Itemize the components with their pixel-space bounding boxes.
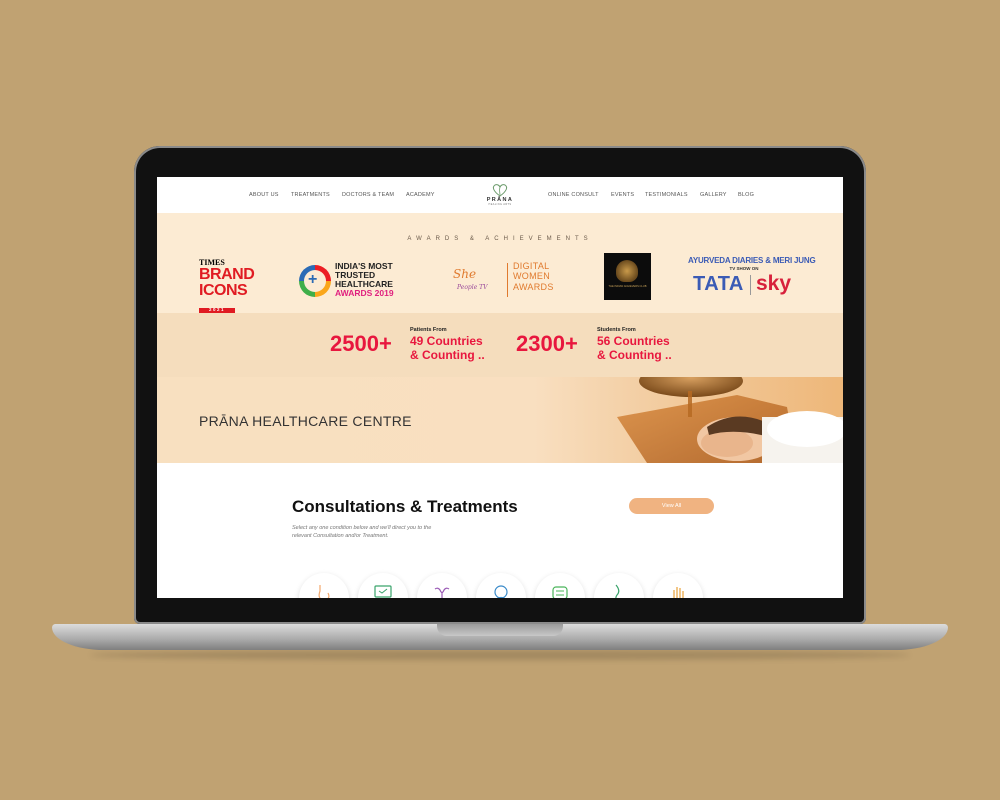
nav-blog[interactable]: BLOG bbox=[738, 192, 754, 198]
nav-online-consult[interactable]: ONLINE CONSULT bbox=[548, 192, 599, 198]
monitor-icon bbox=[374, 585, 392, 598]
she-script: She bbox=[453, 267, 477, 281]
laptop-base bbox=[52, 624, 948, 650]
condition-digestive[interactable] bbox=[299, 573, 349, 598]
condition-gut[interactable] bbox=[535, 573, 585, 598]
year-label: 2021 bbox=[199, 307, 236, 313]
tata-show-on: TV SHOW ON bbox=[729, 266, 759, 271]
nav-academy[interactable]: ACADEMY bbox=[406, 192, 435, 198]
intestine-icon bbox=[552, 586, 568, 598]
consultations-section: Consultations & Treatments Select any on… bbox=[157, 463, 843, 598]
view-all-button[interactable]: View All bbox=[629, 498, 714, 514]
trusted-healthcare-award: + INDIA'S MOST TRUSTED HEALTHCARE AWARDS… bbox=[299, 262, 417, 298]
nav-about-us[interactable]: ABOUT US bbox=[249, 192, 279, 198]
logo-subtitle: HEALING ARTS bbox=[488, 203, 512, 206]
condition-mental[interactable] bbox=[358, 573, 408, 598]
she-line-1: DIGITAL bbox=[513, 261, 550, 271]
she-line-2: WOMEN bbox=[513, 271, 550, 282]
stat-students-number: 2300+ bbox=[516, 331, 578, 356]
consultations-title: Consultations & Treatments bbox=[292, 497, 518, 516]
times-brand-icons-logo: TIMES BRAND ICONS 2021 bbox=[199, 259, 255, 315]
top-nav: ABOUT US TREATMENTS DOCTORS & TEAM ACADE… bbox=[157, 177, 843, 213]
digital-women-award: She People TV DIGITAL WOMEN AWARDS bbox=[453, 261, 563, 301]
stat-patients-counting: & Counting .. bbox=[410, 348, 485, 362]
tata-sky-logo: AYURVEDA DIARIES & MERI JUNG TV SHOW ON … bbox=[688, 256, 816, 306]
awards-section: AWARDS & ACHIEVEMENTS TIMES BRAND ICONS … bbox=[157, 213, 843, 313]
condition-womens-health[interactable] bbox=[417, 573, 467, 598]
stat-patients-number: 2500+ bbox=[330, 331, 392, 356]
nav-gallery[interactable]: GALLERY bbox=[700, 192, 727, 198]
healthcare-award-icon: + bbox=[299, 265, 331, 297]
sky-brand: sky bbox=[756, 272, 792, 295]
consultations-description: Select any one condition below and we'll… bbox=[292, 525, 432, 540]
nav-testimonials[interactable]: TESTIMONIALS bbox=[645, 192, 688, 198]
icons-label: ICONS bbox=[199, 282, 248, 299]
achievers-club-logo: THE INDIAN ACHIEVERS CLUB bbox=[604, 253, 651, 300]
stat-patients-countries: 49 Countries bbox=[410, 334, 483, 348]
tata-show-title: AYURVEDA DIARIES & MERI JUNG bbox=[688, 256, 816, 265]
face-icon bbox=[494, 585, 508, 598]
hero-title: PRĀNA HEALTHCARE CENTRE bbox=[199, 413, 412, 429]
laptop-shadow bbox=[90, 650, 910, 660]
heart-leaf-icon bbox=[492, 184, 508, 197]
condition-joints[interactable] bbox=[594, 573, 644, 598]
stat-students-counting: & Counting .. bbox=[597, 348, 672, 362]
stat-patients-label: Patients From bbox=[410, 327, 447, 333]
condition-skin-hair[interactable] bbox=[476, 573, 526, 598]
trusted-line-4: AWARDS 2019 bbox=[335, 287, 394, 298]
brand-label: BRAND bbox=[199, 266, 255, 283]
stats-section: 2500+ Patients From 49 Countries & Count… bbox=[157, 313, 843, 377]
uterus-icon bbox=[434, 587, 450, 598]
stat-students-label: Students From bbox=[597, 327, 636, 333]
nav-treatments[interactable]: TREATMENTS bbox=[291, 192, 330, 198]
spa-treatment-image bbox=[617, 377, 843, 463]
stomach-icon bbox=[318, 585, 330, 598]
hand-icon bbox=[673, 587, 684, 598]
hero-banner: PRĀNA HEALTHCARE CENTRE bbox=[157, 377, 843, 463]
awards-title: AWARDS & ACHIEVEMENTS bbox=[407, 236, 593, 242]
she-sub: People TV bbox=[457, 284, 488, 291]
stat-students-countries: 56 Countries bbox=[597, 334, 670, 348]
joint-icon bbox=[615, 584, 620, 598]
condition-hand[interactable] bbox=[653, 573, 703, 598]
nav-events[interactable]: EVENTS bbox=[611, 192, 634, 198]
tata-brand: TATA bbox=[693, 273, 744, 295]
prana-logo[interactable]: PRĀNA HEALING ARTS bbox=[478, 183, 522, 206]
she-line-3: AWARDS bbox=[513, 281, 554, 292]
laptop-notch bbox=[437, 624, 563, 636]
website-screen: ABOUT US TREATMENTS DOCTORS & TEAM ACADE… bbox=[157, 177, 843, 598]
nav-doctors-team[interactable]: DOCTORS & TEAM bbox=[342, 192, 394, 198]
society-text: THE INDIAN ACHIEVERS CLUB bbox=[608, 285, 647, 288]
lion-crest-icon bbox=[616, 260, 638, 282]
